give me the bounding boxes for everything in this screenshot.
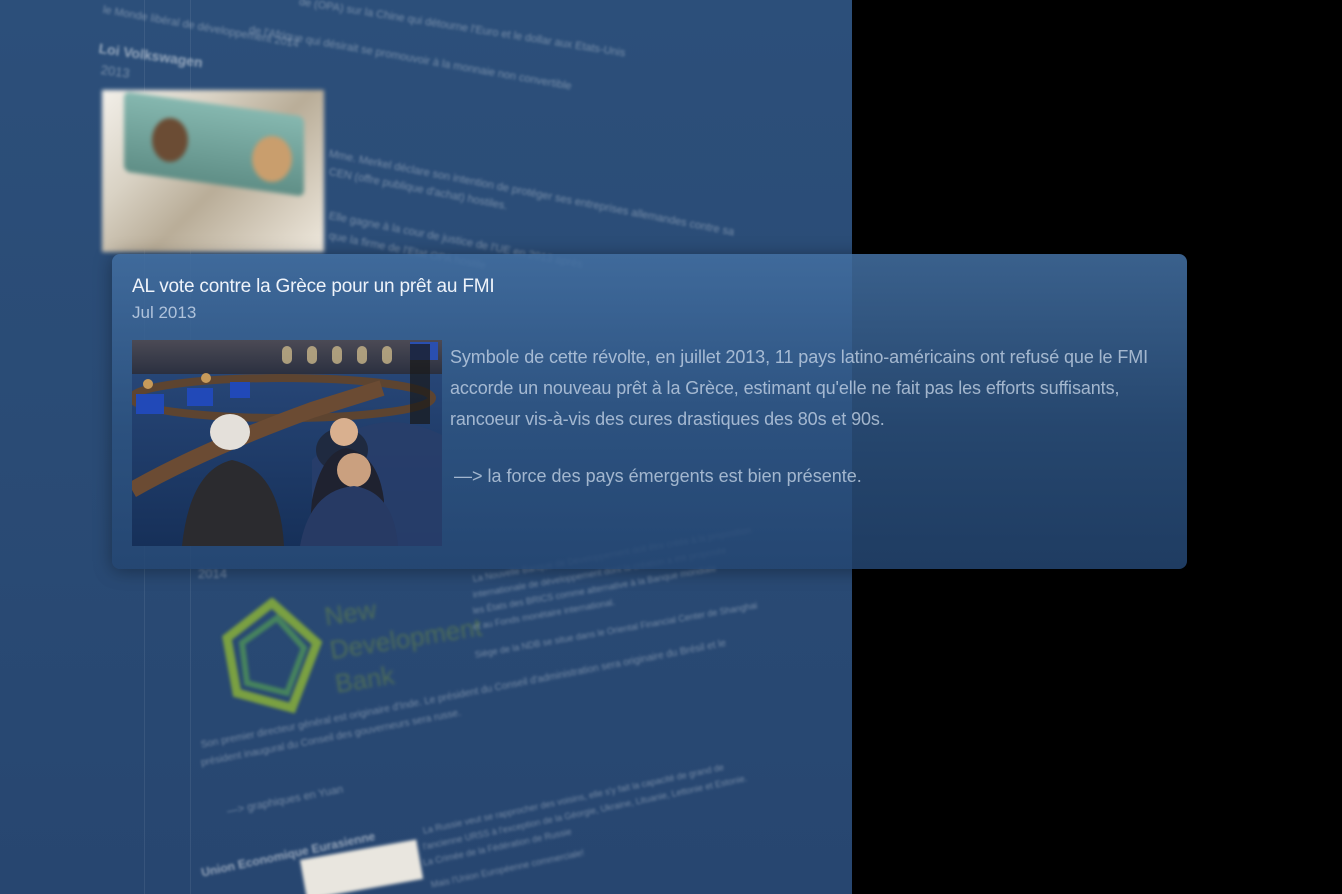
ndb-logo [222,598,322,714]
bg-line: l'ancienne URSS à l'exception de la Géor… [422,773,748,852]
bg-line: —> graphiques en Yuan [226,783,345,818]
bg-car-photo [102,90,324,252]
card-body: Symbole de cette révolte, en juillet 201… [450,347,1149,429]
timeline-card[interactable]: AL vote contre la Grèce pour un prêt au … [112,254,1187,569]
meeting-photo-illustration [132,340,442,546]
meeting-photo [132,340,442,546]
bg-line: La Russie veut se rapprocher des voisins… [422,762,725,836]
stage: de (OPA) sur la Chine qui détourne l'Eur… [0,0,1342,894]
bg-entry-date: 2013 [99,62,131,81]
card-title: AL vote contre la Grèce pour un prêt au … [132,276,495,297]
ndb-logo-text: New Development Bank [322,576,489,701]
card-note: —> la force des pays émergents est bien … [454,466,862,486]
card-date: Jul 2013 [132,303,197,322]
